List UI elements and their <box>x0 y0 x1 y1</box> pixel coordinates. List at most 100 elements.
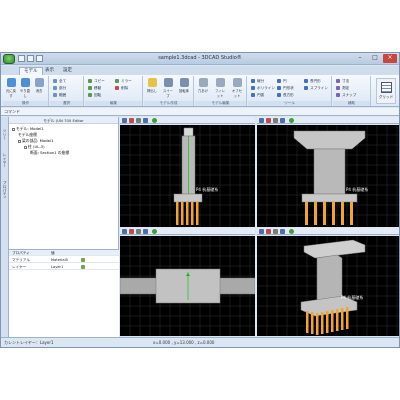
tab-view[interactable]: 表示 <box>41 67 58 75</box>
delete-button[interactable]: 削除 <box>115 85 128 91</box>
zoom-icon[interactable] <box>280 118 285 123</box>
viewport-toolbar-side <box>257 117 399 124</box>
pier-cap[interactable] <box>183 127 194 137</box>
property-header-row: プロパティ 値 <box>9 250 119 256</box>
expand-icon[interactable] <box>18 139 21 143</box>
grid-button[interactable]: グリッド <box>376 78 396 104</box>
offset-button[interactable]: オフセット <box>231 78 243 98</box>
select-all-button[interactable]: 全て <box>53 78 66 84</box>
front-view-canvas[interactable]: P4 杭基礎系 <box>120 125 255 227</box>
side-view-label: P4 杭基礎系 <box>346 186 368 192</box>
ribbon-group-aux: 寸法 測定 スナップ 補助 <box>333 76 371 106</box>
view-icon[interactable] <box>122 118 127 123</box>
arc-button[interactable]: 円弧 <box>251 92 264 98</box>
side-tab-property[interactable]: プロパティ <box>2 181 8 199</box>
copy-button[interactable]: コピー <box>88 78 105 84</box>
viewport-top[interactable] <box>120 236 255 336</box>
rectangle-button[interactable]: 長方形 <box>277 92 294 98</box>
pier-head[interactable] <box>293 130 366 150</box>
rotate-button[interactable]: 回転 <box>88 92 101 98</box>
spline-button[interactable]: スプライン <box>304 85 328 91</box>
footing[interactable] <box>301 193 358 203</box>
snap-button[interactable]: スナップ <box>336 92 356 98</box>
zoom-icon[interactable] <box>143 229 148 234</box>
view-icon[interactable] <box>122 229 127 234</box>
viewport-toolbar-iso <box>257 228 399 235</box>
refresh-icon[interactable] <box>289 229 294 234</box>
move-button[interactable]: 移動 <box>88 85 101 91</box>
property-row-layer[interactable]: レイヤー Layer1 <box>9 264 119 270</box>
tree-item[interactable]: 断面: Section1 の座標 <box>30 150 69 156</box>
render-icon[interactable] <box>266 229 271 234</box>
viewport-side[interactable]: P4 杭基礎系 <box>257 125 399 227</box>
ribbon-group-model-create: 押出し スイープ 回転体 モデル作成 <box>144 76 194 106</box>
ribbon-group-label: 編集 <box>85 101 142 106</box>
piles[interactable] <box>176 202 199 225</box>
command-bar[interactable]: コマンド <box>1 108 399 116</box>
pier-column[interactable] <box>313 148 346 195</box>
expand-icon[interactable] <box>12 127 15 131</box>
tab-settings[interactable]: 設定 <box>59 67 76 75</box>
ribbon-group-model-edit: 穴あけ フィレット オフセット モデル編集 <box>195 76 247 106</box>
iso-view-canvas[interactable]: P4 杭基礎系 <box>257 236 399 336</box>
refresh-icon[interactable] <box>289 118 294 123</box>
extrude-button[interactable]: 押出し <box>146 78 158 93</box>
window-title: sample1.3dcad - 3DCAD Studio® <box>158 55 242 61</box>
top-view-canvas[interactable] <box>120 236 255 336</box>
render-icon[interactable] <box>129 229 134 234</box>
dropdown-icon[interactable] <box>81 258 85 262</box>
view-icon[interactable] <box>259 229 264 234</box>
ellipse-button[interactable]: 長円形 <box>304 78 321 84</box>
refresh-icon[interactable] <box>152 229 157 234</box>
wire-icon[interactable] <box>273 118 278 123</box>
close-button[interactable]: × <box>383 54 397 63</box>
select-part-button[interactable]: 部分 <box>53 85 66 91</box>
ribbon-group-label: ツール <box>248 101 331 106</box>
redo-button[interactable]: やり直し <box>19 78 31 98</box>
wire-icon[interactable] <box>136 118 141 123</box>
circle-shape-button[interactable]: 円形状 <box>277 85 294 91</box>
minimize-button[interactable]: – <box>353 54 367 63</box>
drill-button[interactable]: 穴あけ <box>197 78 209 93</box>
undo-button[interactable]: 元に戻す <box>5 78 17 98</box>
revolve-button[interactable]: 回転体 <box>178 78 190 93</box>
select-range-button[interactable]: 範囲 <box>53 92 66 98</box>
fillet-button[interactable]: フィレット <box>214 78 226 98</box>
viewport-toolbar-front <box>120 117 255 124</box>
side-tab-tree[interactable]: ツリー <box>2 129 8 140</box>
refresh-icon[interactable] <box>152 118 157 123</box>
side-view-canvas[interactable]: P4 杭基礎系 <box>257 125 399 227</box>
ribbon-group-select: 全て 部分 範囲 選択 <box>50 76 84 106</box>
ribbon-group-label: モデル編集 <box>195 101 246 106</box>
piles[interactable] <box>305 202 353 225</box>
mirror-button[interactable]: ミラー <box>115 78 132 84</box>
dropdown-icon[interactable] <box>81 265 85 269</box>
viewport-front[interactable]: P4 杭基礎系 <box>120 125 255 227</box>
measure-button[interactable]: 測定 <box>336 85 349 91</box>
render-icon[interactable] <box>266 118 271 123</box>
side-tab-layer[interactable]: レイヤー <box>2 153 8 167</box>
zoom-icon[interactable] <box>143 118 148 123</box>
render-icon[interactable] <box>129 118 134 123</box>
dimension-button[interactable]: 寸法 <box>336 78 349 84</box>
circle-button[interactable]: 円 <box>277 78 287 84</box>
ribbon-group-label: 補助 <box>333 101 370 106</box>
viewport-iso[interactable]: P4 杭基礎系 <box>257 236 399 336</box>
command-label: コマンド <box>4 109 20 114</box>
expand-icon[interactable] <box>24 145 27 149</box>
tab-model[interactable]: モデル <box>19 67 43 75</box>
polyline-button[interactable]: ポリライン <box>251 85 275 91</box>
property-row-material[interactable]: マテリアル Material5 <box>9 257 119 263</box>
view-icon[interactable] <box>259 118 264 123</box>
sweep-button[interactable]: スイープ <box>162 78 174 98</box>
undo-icon <box>6 78 16 87</box>
line-button[interactable]: 線分 <box>251 78 264 84</box>
zoom-icon[interactable] <box>280 229 285 234</box>
wire-icon[interactable] <box>273 229 278 234</box>
maximize-button[interactable]: □ <box>368 54 382 63</box>
wire-icon[interactable] <box>136 229 141 234</box>
footing[interactable] <box>173 193 203 203</box>
erase-button[interactable]: 消去 <box>33 78 45 93</box>
redo-icon <box>20 78 30 87</box>
property-grid: プロパティ 値 マテリアル Material5 レイヤー Layer1 <box>9 249 119 337</box>
